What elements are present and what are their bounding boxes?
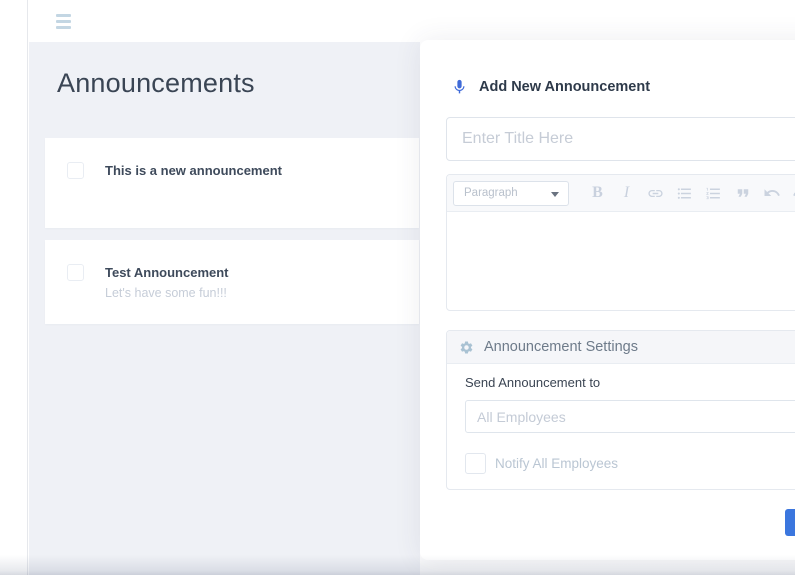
announcement-settings: Announcement Settings Send Announcement … bbox=[446, 330, 795, 490]
announcements-panel: Announcements This is a new announcement… bbox=[29, 42, 420, 575]
send-to-label: Send Announcement to bbox=[465, 375, 601, 390]
announcement-checkbox[interactable] bbox=[67, 264, 84, 281]
announcement-checkbox[interactable] bbox=[67, 162, 84, 179]
italic-button[interactable]: I bbox=[612, 180, 641, 206]
hamburger-bar bbox=[56, 20, 71, 23]
settings-title: Announcement Settings bbox=[484, 339, 638, 355]
redo-icon bbox=[792, 191, 795, 196]
editor-content-area[interactable] bbox=[447, 212, 795, 310]
hamburger-bar bbox=[56, 14, 71, 17]
undo-button[interactable] bbox=[757, 180, 786, 206]
submit-button[interactable] bbox=[785, 509, 795, 536]
link-icon bbox=[648, 189, 663, 197]
numbered-list-button[interactable] bbox=[699, 180, 728, 206]
announcement-title[interactable]: Test Announcement bbox=[105, 264, 229, 281]
paragraph-dropdown[interactable]: Paragraph bbox=[453, 180, 569, 206]
announcement-card[interactable]: Test Announcement Let's have some fun!!! bbox=[45, 240, 419, 324]
app-window: Announcements This is a new announcement… bbox=[0, 0, 795, 575]
notify-checkbox[interactable] bbox=[465, 453, 486, 474]
undo-icon bbox=[764, 189, 780, 196]
notify-row: Notify All Employees bbox=[465, 453, 795, 474]
rich-text-editor: Paragraph B I bbox=[446, 174, 795, 311]
left-rail bbox=[0, 0, 28, 575]
gear-icon bbox=[460, 341, 473, 353]
numbered-list-icon bbox=[706, 187, 720, 199]
announcement-description: Let's have some fun!!! bbox=[105, 286, 227, 300]
announcement-title[interactable]: This is a new announcement bbox=[105, 162, 282, 179]
blockquote-button[interactable] bbox=[728, 180, 757, 206]
hamburger-bar bbox=[56, 26, 71, 29]
editor-toolbar: Paragraph B I bbox=[447, 175, 795, 212]
title-input[interactable] bbox=[446, 117, 795, 161]
announcement-body: Test Announcement Let's have some fun!!! bbox=[105, 264, 229, 300]
add-announcement-card: Add New Announcement Paragraph B I bbox=[420, 40, 795, 560]
top-bar bbox=[29, 0, 795, 42]
blockquote-icon bbox=[737, 189, 748, 197]
hamburger-menu-icon[interactable] bbox=[56, 14, 72, 29]
announcement-card[interactable]: This is a new announcement bbox=[45, 138, 419, 228]
card-header: Add New Announcement bbox=[451, 76, 650, 98]
paragraph-dropdown-label: Paragraph bbox=[464, 187, 518, 199]
send-to-select[interactable] bbox=[465, 400, 795, 433]
settings-body: Send Announcement to Notify All Employee… bbox=[447, 364, 795, 474]
microphone-icon bbox=[454, 79, 465, 94]
announcement-body: This is a new announcement bbox=[105, 162, 282, 179]
bold-button[interactable]: B bbox=[583, 180, 612, 206]
page-title: Announcements bbox=[57, 68, 255, 98]
card-header-title: Add New Announcement bbox=[479, 79, 651, 95]
settings-header: Announcement Settings bbox=[447, 331, 795, 364]
notify-label: Notify All Employees bbox=[495, 456, 619, 471]
bullet-list-icon bbox=[677, 187, 691, 199]
link-button[interactable] bbox=[641, 180, 670, 206]
chevron-down-icon bbox=[551, 191, 559, 197]
redo-button[interactable] bbox=[786, 180, 795, 206]
bullet-list-button[interactable] bbox=[670, 180, 699, 206]
